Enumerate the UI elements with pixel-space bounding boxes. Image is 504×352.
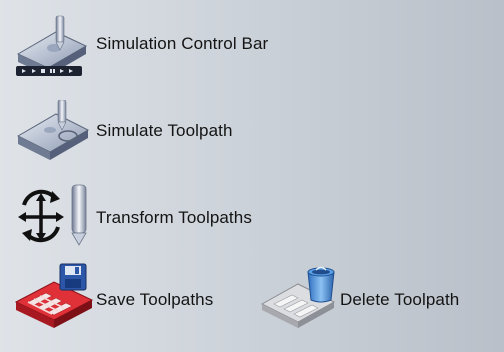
simulate-toolpath-button[interactable]: Simulate Toolpath [14,100,233,162]
delete-toolpath-icon [260,266,336,328]
simulation-control-bar-icon [16,15,88,76]
simulation-control-bar-button[interactable]: Simulation Control Bar [14,14,268,80]
toolpath-operations-panel: Simulation Control Bar Simulate Toolpath [0,0,504,352]
save-toolpaths-icon [14,263,94,328]
simulate-toolpath-icon [16,100,90,160]
save-toolpaths-label: Save Toolpaths [96,290,214,309]
delete-toolpath-button[interactable]: Delete Toolpath [260,262,459,330]
simulation-control-bar-label: Simulation Control Bar [96,34,269,53]
transform-toolpaths-button[interactable]: Transform Toolpaths [14,183,252,249]
simulate-toolpath-label: Simulate Toolpath [96,121,233,140]
delete-toolpath-label: Delete Toolpath [340,290,460,309]
transform-toolpaths-label: Transform Toolpaths [96,208,252,227]
save-toolpaths-button[interactable]: Save Toolpaths [14,262,213,330]
transform-toolpaths-icon [18,184,87,246]
